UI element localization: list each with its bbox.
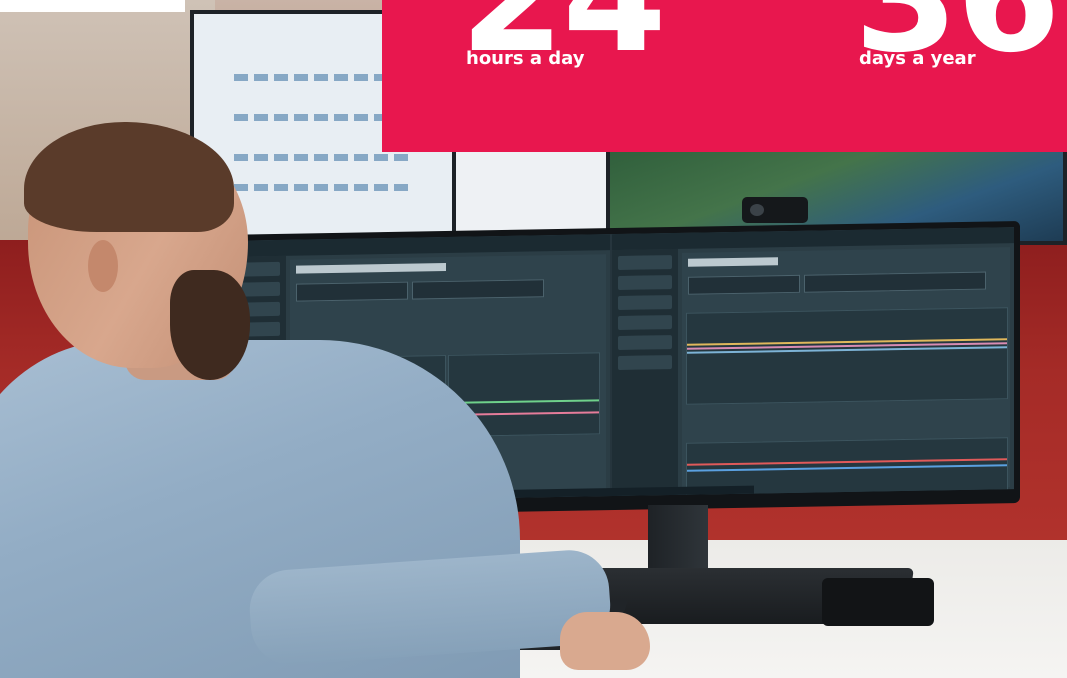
hours-caption: hours a day bbox=[466, 48, 585, 69]
person-hand bbox=[560, 612, 650, 670]
filter-field bbox=[804, 271, 986, 293]
chart-series bbox=[449, 399, 599, 404]
filter-field bbox=[412, 279, 544, 300]
dashboard-sidebar bbox=[612, 248, 678, 497]
white-strip bbox=[0, 0, 185, 12]
days-caption: days a year bbox=[859, 48, 976, 69]
sidebar-item bbox=[618, 295, 672, 310]
dashboard-pane-right bbox=[612, 227, 1014, 497]
dashboard-title-bar bbox=[688, 257, 778, 267]
sidebar-item bbox=[618, 275, 672, 290]
monitor-stand bbox=[648, 505, 708, 575]
photo-scene: 24 365 hours a day days a year bbox=[0, 0, 1067, 678]
dashboard-title-bar bbox=[296, 262, 446, 274]
chart-series bbox=[687, 464, 1007, 472]
person-beard bbox=[170, 270, 250, 380]
screen-grid-row bbox=[234, 154, 414, 161]
webcam bbox=[742, 197, 808, 223]
screen-grid-row bbox=[234, 184, 414, 191]
sidebar-item bbox=[618, 355, 672, 370]
chart-panel bbox=[686, 307, 1008, 405]
sidebar-item bbox=[618, 335, 672, 350]
stats-banner: 24 365 hours a day days a year bbox=[382, 0, 1067, 152]
browser-topbar bbox=[220, 234, 610, 257]
browser-topbar bbox=[612, 227, 1014, 251]
webcam-lens bbox=[750, 204, 764, 216]
sidebar-item bbox=[618, 255, 672, 270]
date-field bbox=[296, 281, 408, 302]
docking-station bbox=[822, 578, 934, 626]
sidebar-item bbox=[618, 315, 672, 330]
date-field bbox=[688, 274, 800, 295]
person-ear bbox=[88, 240, 118, 292]
dashboard-main bbox=[682, 247, 1010, 497]
